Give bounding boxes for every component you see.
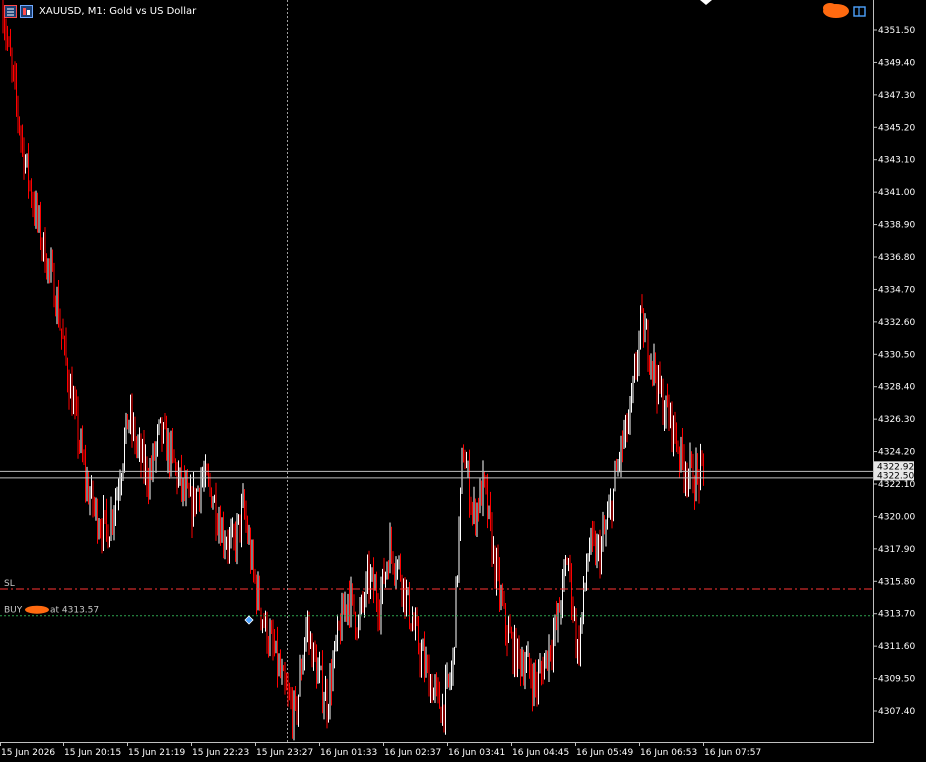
time-tick-label: 15 Jun 23:27: [256, 748, 313, 758]
current-price-label: 4322.50: [877, 471, 914, 481]
price-tick-label: 4320.00: [878, 512, 915, 522]
price-tick-label: 4307.40: [878, 707, 915, 717]
price-tick-label: 4351.50: [878, 26, 915, 36]
price-tick-label: 4349.40: [878, 58, 915, 68]
buy-entry-marker-icon: [244, 615, 254, 625]
trade-level-drop-icon[interactable]: [700, 0, 712, 5]
price-tick-label: 4330.50: [878, 350, 915, 360]
price-tick-label: 4326.30: [878, 415, 915, 425]
trade-levels: SL BUY at 4313.57: [0, 470, 873, 617]
price-chart[interactable]: SL BUY at 4313.57 4351.50 4349.40 4347.30 434…: [0, 0, 926, 762]
time-tick-label: 15 Jun 20:15: [64, 748, 121, 758]
time-axis: 15 Jun 2026 15 Jun 20:15 15 Jun 21:19 15 Ju…: [0, 742, 761, 758]
buy-price-label: at 4313.57: [50, 606, 99, 616]
price-tick-label: 4317.90: [878, 545, 915, 555]
price-tick-label: 4345.20: [878, 123, 915, 133]
chart-menu-icon[interactable]: [4, 4, 17, 18]
sl-label: SL: [4, 579, 15, 589]
chart-header: XAUUSD, M1: Gold vs US Dollar: [4, 3, 196, 19]
time-tick-label: 15 Jun 2026: [1, 748, 55, 758]
time-tick-label: 16 Jun 07:57: [704, 748, 761, 758]
signals-icon[interactable]: [823, 3, 866, 18]
price-tick-label: 4332.60: [878, 318, 915, 328]
price-bars: [2, 0, 704, 741]
time-tick-label: 16 Jun 01:33: [320, 748, 377, 758]
time-tick-label: 16 Jun 02:37: [384, 748, 441, 758]
time-tick-label: 16 Jun 06:53: [640, 748, 697, 758]
buy-label-redaction: [25, 605, 49, 614]
price-tick-label: 4322.10: [878, 480, 915, 490]
price-tick-label: 4328.40: [878, 383, 915, 393]
time-tick-label: 16 Jun 05:49: [576, 748, 633, 758]
price-tick-label: 4324.20: [878, 448, 915, 458]
time-tick-label: 16 Jun 04:45: [512, 748, 569, 758]
time-tick-label: 15 Jun 21:19: [128, 748, 185, 758]
price-tick-label: 4315.80: [878, 577, 915, 587]
price-tick-label: 4336.80: [878, 253, 915, 263]
time-tick-label: 15 Jun 22:23: [192, 748, 249, 758]
chart-grid-icon[interactable]: [20, 4, 33, 18]
price-tick-label: 4313.70: [878, 610, 915, 620]
price-tick-label: 4338.90: [878, 221, 915, 231]
time-tick-label: 16 Jun 03:41: [448, 748, 505, 758]
price-tick-label: 4341.00: [878, 188, 915, 198]
price-tick-label: 4347.30: [878, 91, 915, 101]
price-tick-label: 4343.10: [878, 156, 915, 166]
price-tick-label: 4334.70: [878, 285, 915, 295]
price-tick-label: 4311.60: [878, 642, 915, 652]
price-tick-label: 4309.50: [878, 675, 915, 685]
chart-title: XAUUSD, M1: Gold vs US Dollar: [39, 5, 197, 17]
buy-label: BUY: [4, 606, 23, 616]
price-axis: 4351.50 4349.40 4347.30 4345.20 4343.10 4341.…: [873, 26, 915, 717]
